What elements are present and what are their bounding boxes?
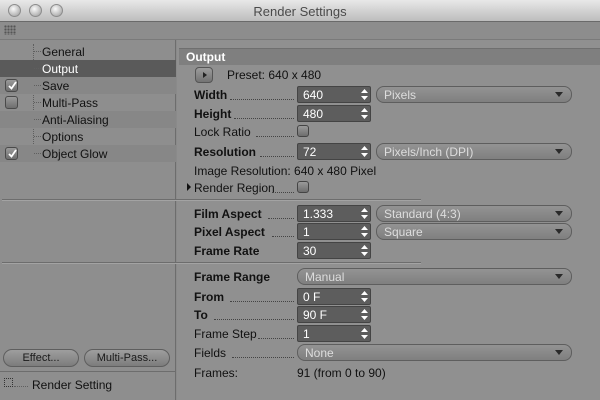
- frames-label: Frames:: [194, 366, 239, 380]
- object-glow-checkbox[interactable]: [5, 147, 18, 160]
- preset-label: Preset: 640 x 480: [227, 68, 322, 82]
- frame-step-label: Frame Step: [194, 327, 257, 341]
- stepper-icon: [361, 226, 368, 237]
- checkmark-icon: [8, 81, 17, 90]
- frame-step-input[interactable]: 1: [297, 325, 371, 342]
- film-aspect-label: Film Aspect: [194, 207, 262, 221]
- stepper-icon: [361, 328, 368, 339]
- multi-pass-checkbox[interactable]: [5, 96, 18, 109]
- render-region-label: Render Region: [194, 181, 275, 195]
- save-checkbox[interactable]: [5, 79, 18, 92]
- chevron-down-icon: [555, 274, 563, 279]
- from-label: From: [194, 290, 224, 304]
- to-input[interactable]: 90 F: [297, 306, 371, 323]
- chevron-down-icon: [555, 149, 563, 154]
- sidebar-item-label: Anti-Aliasing: [42, 113, 109, 127]
- height-input[interactable]: 480: [297, 105, 371, 122]
- height-label: Height: [194, 107, 232, 121]
- window-title: Render Settings: [253, 4, 347, 19]
- render-setting-icon: [4, 378, 13, 387]
- toolbar-strip: [0, 22, 600, 40]
- width-input[interactable]: 640: [297, 86, 371, 103]
- frame-range-select[interactable]: Manual: [297, 268, 572, 285]
- sidebar-item-label: General: [42, 45, 85, 59]
- width-label: Width: [194, 88, 228, 102]
- render-region-checkbox[interactable]: [297, 181, 309, 193]
- sidebar-item-anti-aliasing[interactable]: Anti-Aliasing: [0, 111, 176, 128]
- pixel-aspect-label: Pixel Aspect: [194, 225, 265, 239]
- render-setting-label[interactable]: Render Setting: [32, 378, 112, 392]
- to-label: To: [194, 308, 208, 322]
- settings-sidebar: General Output Save Multi-Pass Anti-Alia…: [0, 40, 176, 400]
- pixel-aspect-input[interactable]: 1: [297, 223, 371, 240]
- stepper-icon: [361, 291, 368, 302]
- width-unit-select[interactable]: Pixels: [376, 86, 572, 103]
- film-aspect-select[interactable]: Standard (4:3): [376, 205, 572, 222]
- sidebar-item-object-glow[interactable]: Object Glow: [0, 145, 176, 162]
- frames-value: 91 (from 0 to 90): [297, 366, 386, 380]
- chevron-down-icon: [555, 229, 563, 234]
- section-divider: [2, 199, 421, 201]
- stepper-icon: [361, 208, 368, 219]
- disclosure-triangle-icon[interactable]: [187, 183, 191, 191]
- fields-label: Fields: [194, 346, 227, 360]
- lock-ratio-label: Lock Ratio: [194, 125, 251, 139]
- grip-icon[interactable]: [4, 25, 16, 35]
- section-header: Output: [179, 48, 600, 65]
- chevron-down-icon: [555, 350, 563, 355]
- resolution-label: Resolution: [194, 145, 256, 159]
- from-input[interactable]: 0 F: [297, 288, 371, 305]
- stepper-icon: [361, 309, 368, 320]
- sidebar-item-label: Multi-Pass: [42, 96, 99, 110]
- effect-button[interactable]: Effect...: [3, 349, 79, 367]
- sidebar-item-save[interactable]: Save: [0, 77, 176, 94]
- stepper-icon: [361, 108, 368, 119]
- lock-ratio-checkbox[interactable]: [297, 125, 309, 137]
- multi-pass-button[interactable]: Multi-Pass...: [84, 349, 170, 367]
- pixel-aspect-select[interactable]: Square: [376, 223, 572, 240]
- frame-range-label: Frame Range: [194, 270, 271, 284]
- sidebar-item-label: Object Glow: [42, 147, 108, 161]
- sidebar-item-label: Output: [42, 62, 79, 76]
- chevron-down-icon: [555, 92, 563, 97]
- title-bar: Render Settings: [0, 0, 600, 22]
- chevron-down-icon: [555, 211, 563, 216]
- fields-select[interactable]: None: [297, 344, 572, 361]
- sidebar-item-options[interactable]: Options: [0, 128, 176, 145]
- stepper-icon: [361, 146, 368, 157]
- sidebar-item-multi-pass[interactable]: Multi-Pass: [0, 94, 176, 111]
- section-divider: [2, 262, 421, 264]
- frame-rate-label: Frame Rate: [194, 244, 260, 258]
- stepper-icon: [361, 89, 368, 100]
- checkmark-icon: [8, 149, 17, 158]
- resolution-input[interactable]: 72: [297, 143, 371, 160]
- frame-rate-input[interactable]: 30: [297, 242, 371, 259]
- resolution-unit-select[interactable]: Pixels/Inch (DPI): [376, 143, 572, 160]
- sidebar-item-label: Save: [42, 79, 70, 93]
- image-resolution-text: Image Resolution: 640 x 480 Pixel: [194, 164, 377, 178]
- sidebar-item-label: Options: [42, 130, 84, 144]
- sidebar-item-general[interactable]: General: [0, 43, 176, 60]
- film-aspect-input[interactable]: 1.333: [297, 205, 371, 222]
- preset-play-button[interactable]: [195, 67, 213, 83]
- stepper-icon: [361, 245, 368, 256]
- section-title: Output: [186, 50, 226, 64]
- sidebar-item-output[interactable]: Output: [0, 60, 176, 77]
